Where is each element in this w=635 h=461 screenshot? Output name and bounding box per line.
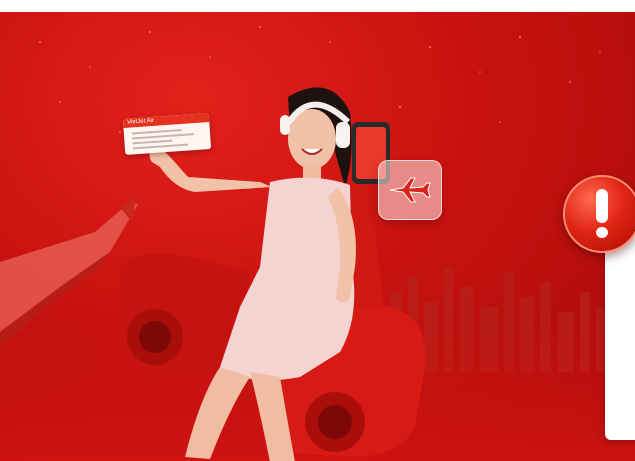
top-white-strip (0, 0, 635, 12)
hero-banner: VietJet Air (0, 12, 635, 461)
boarding-ticket: VietJet Air (122, 113, 212, 155)
flight-tile (378, 160, 442, 220)
promo-banner-screen: VietJet Air (0, 0, 635, 461)
airplane-icon (389, 177, 431, 203)
exclamation-icon (563, 175, 635, 253)
